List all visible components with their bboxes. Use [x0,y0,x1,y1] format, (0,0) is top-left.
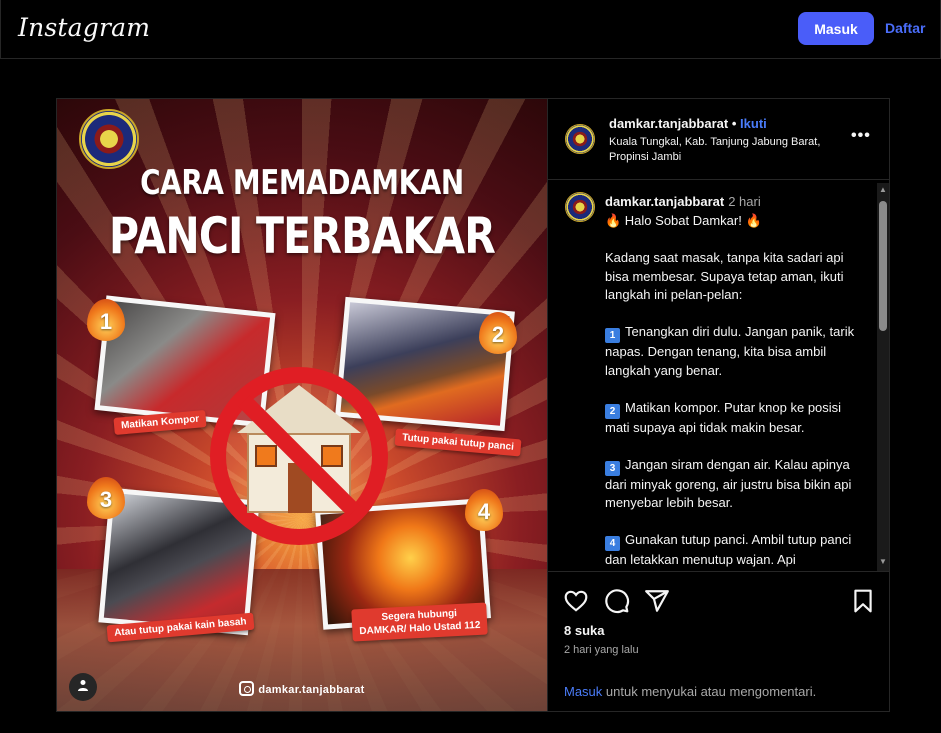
number-badge-icon: 3 [605,460,620,476]
caption-time[interactable]: 2 hari [728,194,761,209]
step-number-flame-icon: 1 [87,299,125,341]
caption-step-text: Tenangkan diri dulu. Jangan panik, tarik… [605,324,855,378]
caption-step-text: Gunakan tutup panci. Ambil tutup panci d… [605,532,852,567]
post-image[interactable]: CARA MEMADAMKAN PANCI TERBAKAR 1 2 3 4 M… [57,99,547,711]
scrollbar-thumb[interactable] [879,201,887,331]
number-badge-icon: 1 [605,328,620,343]
post-sidebar: damkar.tanjabbarat • Ikuti Kuala Tungkal… [547,99,889,711]
follow-button[interactable]: Ikuti [740,116,767,131]
more-horizontal-icon[interactable]: ••• [851,127,871,145]
instagram-logo[interactable]: Instagram [18,13,150,42]
bookmark-icon[interactable] [850,588,876,614]
top-navigation-bar: Instagram Masuk Daftar [0,0,941,59]
post-timestamp[interactable]: 2 hari yang lalu [564,644,639,656]
caption-step: 4 Gunakan tutup panci. Ambil tutup panci … [605,531,865,570]
separator-dot: • [731,116,737,131]
tagged-people-icon[interactable] [69,673,97,701]
login-button[interactable]: Masuk [798,12,874,45]
damkar-emblem-logo [79,109,139,169]
step-number-flame-icon: 4 [465,489,503,531]
caption-step-text: Jangan siram dengan air. Kalau apinya da… [605,456,852,511]
login-prompt: Masuk untuk menyukai atau mengomentari. [564,684,816,699]
caption-intro: Kadang saat masak, tanpa kita sadari api… [605,250,844,302]
caption-step: 1 Tenangkan diri dulu. Jangan panik, tari… [605,323,865,380]
caption-greeting: 🔥 Halo Sobat Damkar! 🔥 [605,213,762,228]
post-actions: 8 suka 2 hari yang lalu Masuk untuk meny… [548,571,889,711]
step-number-flame-icon: 3 [87,477,125,519]
login-prompt-text: untuk menyukai atau mengomentari. [602,684,817,699]
poster-headline-line1: CARA MEMADAMKAN [140,163,464,203]
post-container: CARA MEMADAMKAN PANCI TERBAKAR 1 2 3 4 M… [56,98,890,712]
scroll-down-arrow-icon[interactable]: ▼ [877,557,889,566]
login-link[interactable]: Masuk [564,684,602,699]
caption-step: 2 Matikan kompor. Putar knop ke posisi ma… [605,399,865,438]
location-link[interactable]: Kuala Tungkal, Kab. Tanjung Jabung Barat… [609,135,849,165]
number-badge-icon: 4 [605,536,620,551]
caption-step: 3 Jangan siram dengan air. Kalau apinya d… [605,456,865,513]
house-window-fire [321,445,343,467]
caption-comment: damkar.tanjabbarat 2 hari 🔥 Halo Sobat Da… [548,181,889,571]
share-icon[interactable] [644,588,670,614]
comment-icon[interactable] [604,588,630,614]
instagram-icon [239,681,255,696]
house-window-fire [255,445,277,467]
poster-handle-text: damkar.tanjabbarat [258,684,365,696]
post-header: damkar.tanjabbarat • Ikuti Kuala Tungkal… [548,99,889,180]
signup-link[interactable]: Daftar [885,20,925,36]
like-count[interactable]: 8 suka [564,623,604,638]
poster-handle: damkar.tanjabbarat [57,681,547,696]
caption-header: damkar.tanjabbarat 2 hari [605,194,761,209]
poster-headline-line2: PANCI TERBAKAR [108,207,496,265]
caption-scrollbar[interactable]: ▲ ▼ [877,183,889,571]
heart-icon[interactable] [563,588,589,614]
caption-step-text: Matikan kompor. Putar knop ke posisi mat… [605,399,842,435]
step-number-flame-icon: 2 [479,312,517,354]
avatar[interactable] [565,124,595,154]
avatar[interactable] [565,192,595,222]
caption-username[interactable]: damkar.tanjabbarat [605,194,724,209]
username-link[interactable]: damkar.tanjabbarat [609,116,728,131]
caption-text: 🔥 Halo Sobat Damkar! 🔥 Kadang saat masak… [605,212,865,571]
number-badge-icon: 2 [605,403,620,419]
scroll-up-arrow-icon[interactable]: ▲ [877,185,889,194]
post-header-user: damkar.tanjabbarat • Ikuti [609,116,767,131]
